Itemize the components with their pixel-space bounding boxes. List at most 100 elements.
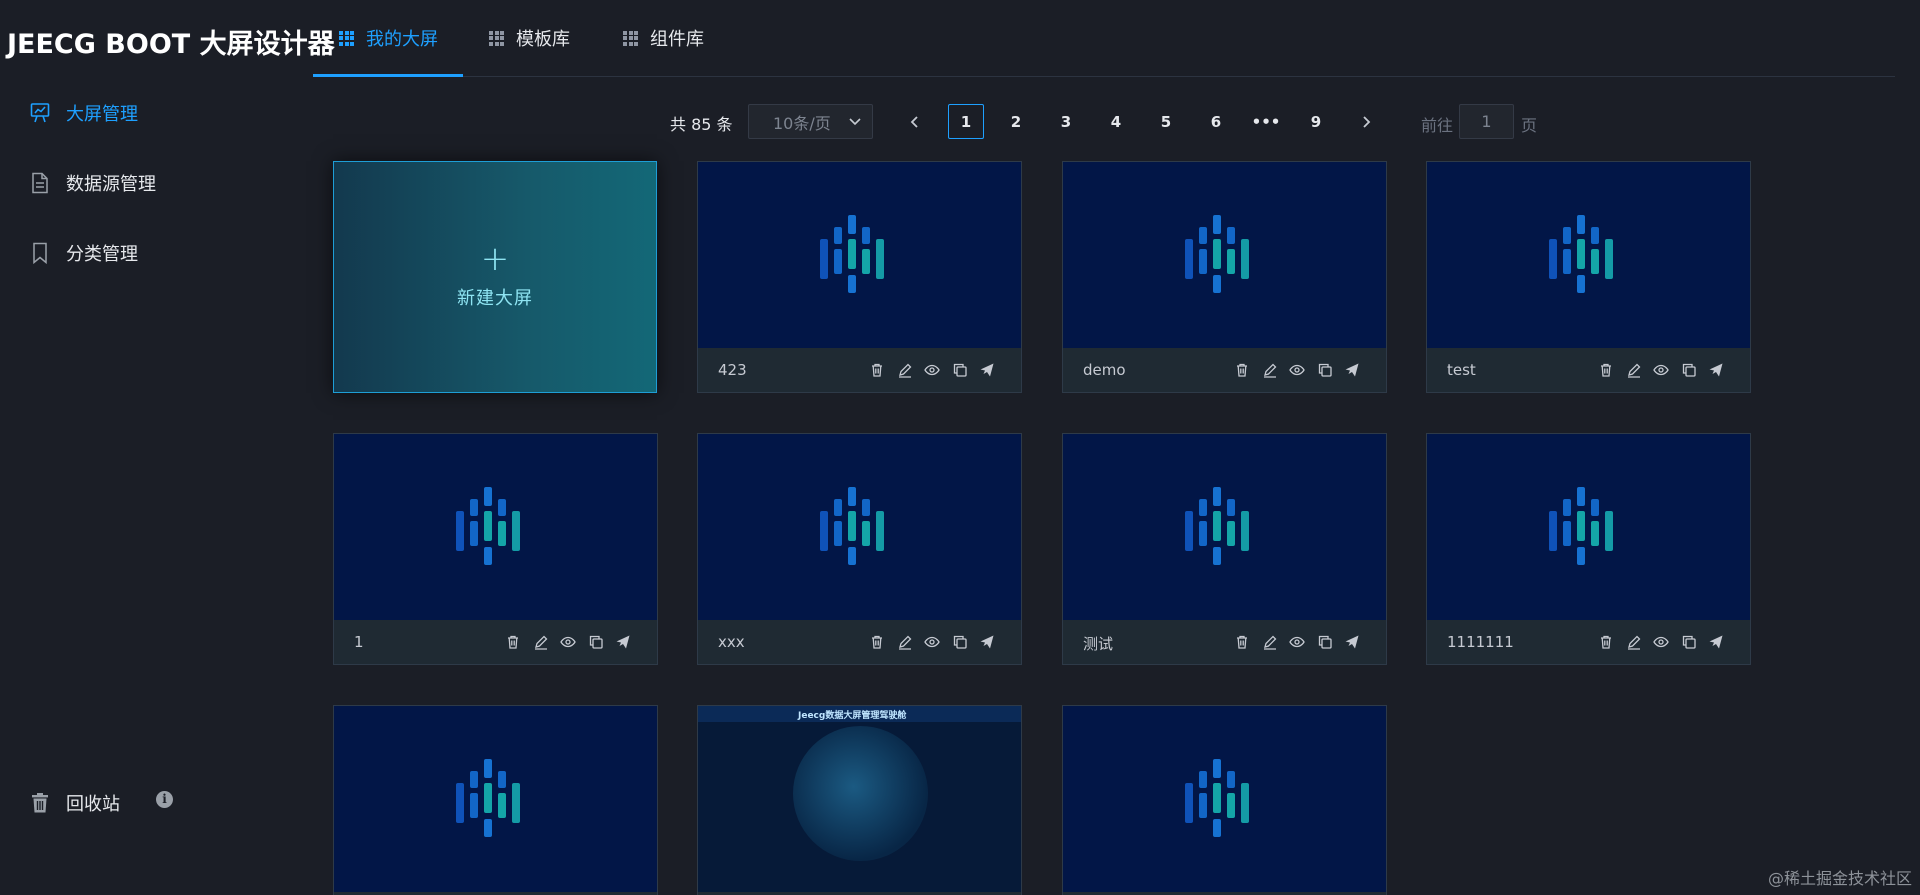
page-button-9[interactable]: 9 <box>1298 104 1334 139</box>
total-count: 共 85 条 <box>670 115 733 134</box>
card-actions <box>858 634 996 650</box>
chevron-right-icon <box>1363 115 1371 128</box>
page-button-1[interactable]: 1 <box>948 104 984 139</box>
screen-card[interactable]: xxx <box>697 433 1022 665</box>
edit-icon[interactable] <box>897 634 913 650</box>
page-size-select[interactable]: 10条/页 <box>748 104 873 139</box>
screen-card[interactable] <box>333 705 658 895</box>
eye-icon[interactable] <box>924 362 940 378</box>
sidebar-item-category-management[interactable]: 分类管理 <box>30 240 138 266</box>
sidebar-item-label: 分类管理 <box>66 244 138 265</box>
tab-my-screens[interactable]: 我的大屏 <box>313 0 463 77</box>
card-thumbnail[interactable]: Jeecg数据大屏管理驾驶舱 <box>698 706 1021 892</box>
goto-prefix: 前往 <box>1421 116 1454 135</box>
screen-card[interactable]: test <box>1426 161 1751 393</box>
edit-icon[interactable] <box>1262 634 1278 650</box>
copy-icon[interactable] <box>952 362 968 378</box>
trash-icon[interactable] <box>1598 634 1614 650</box>
trash-icon[interactable] <box>1234 362 1250 378</box>
eye-icon[interactable] <box>924 634 940 650</box>
screen-card[interactable]: Jeecg数据大屏管理驾驶舱 <box>697 705 1022 895</box>
chevron-left-icon <box>910 115 918 128</box>
eye-icon[interactable] <box>560 634 576 650</box>
page-ellipsis-button[interactable]: ••• <box>1248 104 1284 139</box>
goto-page-input[interactable]: 1 <box>1459 104 1514 139</box>
edit-icon[interactable] <box>1262 362 1278 378</box>
watermark: @稀土掘金技术社区 <box>1767 869 1912 888</box>
send-icon[interactable] <box>1344 634 1360 650</box>
copy-icon[interactable] <box>1681 362 1697 378</box>
screen-card[interactable]: 测试 <box>1062 433 1387 665</box>
page-button-2[interactable]: 2 <box>998 104 1034 139</box>
card-name: xxx <box>718 633 745 651</box>
copy-icon[interactable] <box>952 634 968 650</box>
edit-icon[interactable] <box>897 362 913 378</box>
send-icon[interactable] <box>979 362 995 378</box>
screen-card[interactable] <box>1062 705 1387 895</box>
copy-icon[interactable] <box>1317 634 1333 650</box>
card-thumbnail[interactable] <box>334 706 657 892</box>
copy-icon[interactable] <box>588 634 604 650</box>
card-footer: xxx <box>698 620 1021 664</box>
tab-label: 模板库 <box>516 29 570 50</box>
card-footer: demo <box>1063 348 1386 392</box>
new-screen-card[interactable]: + 新建大屏 <box>333 161 657 393</box>
card-thumbnail[interactable] <box>1063 162 1386 348</box>
card-footer: 423 <box>698 348 1021 392</box>
tab-template-library[interactable]: 模板库 <box>489 0 570 76</box>
info-icon[interactable]: i <box>156 791 173 808</box>
card-footer: 测试 <box>1063 620 1386 664</box>
screen-card[interactable]: 1111111 <box>1426 433 1751 665</box>
trash-icon[interactable] <box>505 634 521 650</box>
page-button-5[interactable]: 5 <box>1148 104 1184 139</box>
eye-icon[interactable] <box>1653 634 1669 650</box>
card-thumbnail[interactable] <box>1427 434 1750 620</box>
grid-icon <box>489 30 504 46</box>
screen-card[interactable]: 423 <box>697 161 1022 393</box>
sidebar-item-datasource-management[interactable]: 数据源管理 <box>30 170 156 196</box>
trash-icon[interactable] <box>869 362 885 378</box>
card-thumbnail[interactable] <box>1063 434 1386 620</box>
trash-icon[interactable] <box>1234 634 1250 650</box>
card-thumbnail[interactable] <box>1427 162 1750 348</box>
send-icon[interactable] <box>1708 362 1724 378</box>
card-thumbnail[interactable] <box>334 434 657 620</box>
prev-page-button[interactable] <box>897 104 933 139</box>
card-actions <box>1587 362 1725 378</box>
eye-icon[interactable] <box>1289 634 1305 650</box>
page-button-3[interactable]: 3 <box>1048 104 1084 139</box>
trash-icon[interactable] <box>869 634 885 650</box>
send-icon[interactable] <box>615 634 631 650</box>
copy-icon[interactable] <box>1681 634 1697 650</box>
send-icon[interactable] <box>1344 362 1360 378</box>
placeholder-logo-icon <box>1548 487 1613 565</box>
grid-icon <box>339 30 354 46</box>
card-thumbnail[interactable] <box>698 162 1021 348</box>
top-tabs: 我的大屏 模板库 组件库 <box>313 0 1895 77</box>
sidebar-item-screen-management[interactable]: 大屏管理 <box>30 100 138 126</box>
card-actions <box>1223 634 1361 650</box>
trash-icon[interactable] <box>1598 362 1614 378</box>
page-button-4[interactable]: 4 <box>1098 104 1134 139</box>
screen-card[interactable]: 1 <box>333 433 658 665</box>
sidebar-item-recycle-bin[interactable]: 回收站 <box>30 790 120 816</box>
card-thumbnail[interactable] <box>1063 706 1386 892</box>
presentation-icon <box>30 103 50 123</box>
send-icon[interactable] <box>979 634 995 650</box>
tab-component-library[interactable]: 组件库 <box>623 0 704 76</box>
send-icon[interactable] <box>1708 634 1724 650</box>
placeholder-logo-icon <box>1184 215 1249 293</box>
eye-icon[interactable] <box>1289 362 1305 378</box>
edit-icon[interactable] <box>1626 634 1642 650</box>
eye-icon[interactable] <box>1653 362 1669 378</box>
screen-card[interactable]: demo <box>1062 161 1387 393</box>
page-button-6[interactable]: 6 <box>1198 104 1234 139</box>
copy-icon[interactable] <box>1317 362 1333 378</box>
edit-icon[interactable] <box>1626 362 1642 378</box>
card-name: 423 <box>718 361 747 379</box>
card-thumbnail[interactable] <box>698 434 1021 620</box>
edit-icon[interactable] <box>533 634 549 650</box>
next-page-button[interactable] <box>1348 104 1384 139</box>
placeholder-logo-icon <box>1184 759 1249 837</box>
card-footer: 1111111 <box>1427 620 1750 664</box>
